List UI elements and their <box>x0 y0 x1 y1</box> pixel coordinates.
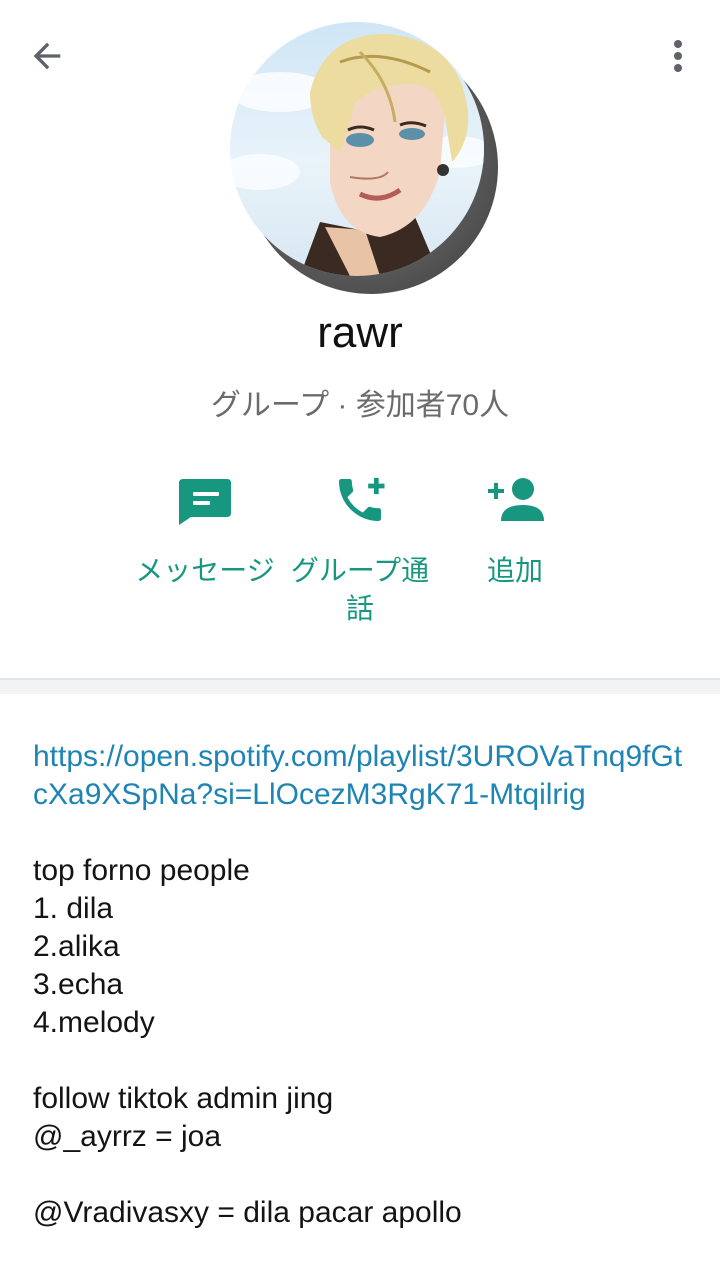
more-vert-icon <box>674 40 682 72</box>
add-participant-button[interactable]: 追加 <box>440 470 590 590</box>
group-call-button[interactable]: グループ通話 <box>285 470 435 628</box>
description-line: top forno people <box>33 854 250 887</box>
group-call-label: グループ通話 <box>290 555 430 624</box>
spotify-link[interactable]: https://open.spotify.com/playlist/3UROVa… <box>33 738 693 814</box>
description-line: 3.echa <box>33 968 124 1001</box>
message-icon <box>179 479 231 525</box>
group-avatar[interactable] <box>230 22 498 294</box>
add-person-icon <box>488 478 544 521</box>
description-line: @_ayrrz = joa <box>33 1120 222 1153</box>
description-line: @Vradivasxy = dila pacar apollo <box>33 1196 462 1229</box>
description-line: 4.melody <box>33 1006 155 1039</box>
action-row: メッセージ グループ通話 追加 <box>130 470 590 640</box>
description-line: 2.alika <box>33 930 120 963</box>
description-line: follow tiktok admin jing <box>33 1082 334 1115</box>
description-line: 1. dila <box>33 892 114 925</box>
more-options-button[interactable] <box>658 34 698 78</box>
avatar-image <box>230 22 484 276</box>
back-button[interactable] <box>22 34 72 78</box>
group-name: rawr <box>317 308 403 357</box>
section-divider <box>0 678 720 694</box>
message-button[interactable]: メッセージ <box>130 470 280 590</box>
group-subtitle: グループ · 参加者70人 <box>210 389 510 422</box>
add-participant-label: 追加 <box>486 555 543 586</box>
arrow-back-icon <box>33 42 61 70</box>
group-header: rawr グループ · 参加者70人 メッセージ グループ通話 追加 <box>0 0 720 680</box>
message-label: メッセージ <box>135 555 275 586</box>
group-description: https://open.spotify.com/playlist/3UROVa… <box>33 738 693 1232</box>
add-call-icon <box>339 477 385 521</box>
